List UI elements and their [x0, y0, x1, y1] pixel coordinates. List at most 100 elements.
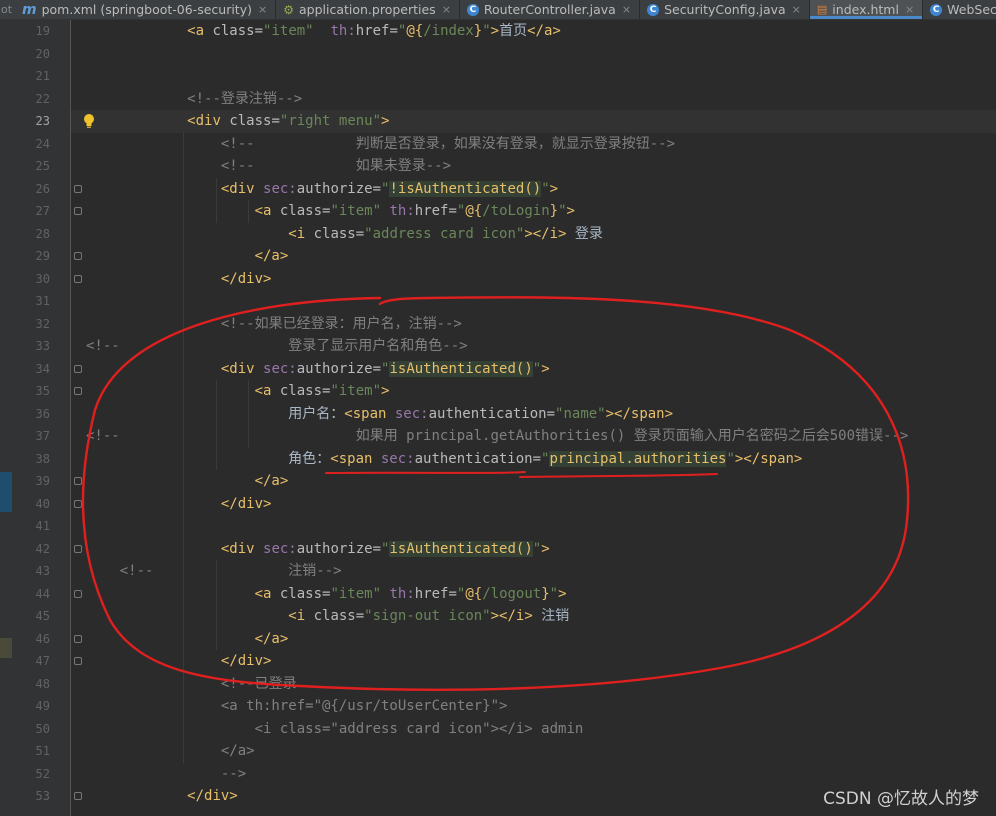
line-number[interactable]: 43: [12, 560, 50, 583]
line-number[interactable]: 35: [12, 380, 50, 403]
line-number[interactable]: 40: [12, 493, 50, 516]
code-line[interactable]: <!--已登录: [71, 673, 996, 696]
code-text: <div class="right menu">: [86, 110, 389, 133]
line-number[interactable]: 44: [12, 583, 50, 606]
line-number[interactable]: 25: [12, 155, 50, 178]
line-number[interactable]: 49: [12, 695, 50, 718]
token-tag: </div>: [220, 653, 272, 669]
code-line[interactable]: </div>: [71, 268, 996, 291]
code-line[interactable]: [71, 515, 996, 538]
code-line[interactable]: </a>: [71, 740, 996, 763]
code-line[interactable]: <!-- 如果用 principal.getAuthorities() 登录页面…: [71, 425, 996, 448]
line-number[interactable]: 36: [12, 403, 50, 426]
code-line[interactable]: <a class="item" th:href="@{/logout}">: [71, 583, 996, 606]
code-line[interactable]: <!-- 注销-->: [71, 560, 996, 583]
code-line[interactable]: <div class="right menu">: [71, 110, 996, 133]
close-icon[interactable]: ×: [792, 3, 801, 16]
line-number[interactable]: 30: [12, 268, 50, 291]
line-number[interactable]: 39: [12, 470, 50, 493]
line-number[interactable]: 38: [12, 448, 50, 471]
code-line[interactable]: <!-- 登录了显示用户名和角色-->: [71, 335, 996, 358]
close-icon[interactable]: ×: [622, 3, 631, 16]
code-line[interactable]: </a>: [71, 470, 996, 493]
code-line[interactable]: <i class="address card icon"></i> admin: [71, 718, 996, 741]
tab-websecurit[interactable]: C WebSecurit: [923, 0, 996, 19]
csdn-watermark: CSDN @忆故人的梦: [823, 789, 979, 809]
code-text: </a>: [86, 470, 289, 493]
line-number[interactable]: 24: [12, 133, 50, 156]
token-attr: authentication=: [428, 405, 556, 422]
line-number[interactable]: 37: [12, 425, 50, 448]
token-tag: >: [541, 540, 550, 557]
line-number[interactable]: 33: [12, 335, 50, 358]
token-tag: <span: [330, 450, 381, 467]
line-number[interactable]: 23: [12, 110, 50, 133]
tab-overflow-stub[interactable]: ot: [0, 0, 15, 19]
tab-application-properties[interactable]: ⚙ application.properties ×: [276, 0, 460, 19]
tab-securityconfig-java[interactable]: C SecurityConfig.java ×: [640, 0, 810, 19]
code-line[interactable]: </div>: [71, 650, 996, 673]
code-line[interactable]: <!-- 判断是否登录，如果没有登录，就显示登录按钮-->: [71, 133, 996, 156]
close-icon[interactable]: ×: [258, 3, 267, 16]
token-attr: class=: [313, 225, 365, 242]
code-line[interactable]: [71, 290, 996, 313]
code-line[interactable]: <a th:href="@{/usr/toUserCenter}">: [71, 695, 996, 718]
line-number-gutter[interactable]: 19 20 21 22 23 24 25 26 27 28 29 30 31 32 33 34 35 36 37 38…: [12, 20, 82, 816]
token-expr: }: [549, 203, 559, 219]
line-number[interactable]: 46: [12, 628, 50, 651]
line-number[interactable]: 42: [12, 538, 50, 561]
line-number[interactable]: 53: [12, 785, 50, 808]
code-line[interactable]: -->: [71, 763, 996, 786]
line-number[interactable]: 48: [12, 673, 50, 696]
code-text: </div>: [86, 268, 272, 291]
code-line[interactable]: <i class="address card icon"></i> 登录: [71, 223, 996, 246]
code-line[interactable]: <i class="sign-out icon"></i> 注销: [71, 605, 996, 628]
line-number[interactable]: 26: [12, 178, 50, 201]
line-number[interactable]: 50: [12, 718, 50, 741]
code-line[interactable]: <div sec:authorize="!isAuthenticated()">: [71, 178, 996, 201]
token-cmt: 如果用 principal.getAuthorities() 登录页面输入用户名…: [355, 428, 909, 444]
line-number[interactable]: 32: [12, 313, 50, 336]
lightbulb-icon[interactable]: [83, 113, 95, 129]
line-number[interactable]: 29: [12, 245, 50, 268]
code-line[interactable]: </div>: [71, 493, 996, 516]
code-editor[interactable]: <a class="item" th:href="@{/index}">首页</…: [71, 20, 996, 816]
tab-routercontroller-java[interactable]: C RouterController.java ×: [460, 0, 641, 19]
tab-pom-xml-springboot-06-security[interactable]: m pom.xml (springboot-06-security) ×: [15, 0, 277, 19]
line-number[interactable]: 19: [12, 20, 50, 43]
line-number[interactable]: 22: [12, 88, 50, 111]
line-number[interactable]: 41: [12, 515, 50, 538]
line-number[interactable]: 28: [12, 223, 50, 246]
line-number[interactable]: 52: [12, 763, 50, 786]
code-line[interactable]: 用户名：<span sec:authentication="name"></sp…: [71, 403, 996, 426]
line-number[interactable]: 20: [12, 43, 50, 66]
line-number[interactable]: 31: [12, 290, 50, 313]
line-number[interactable]: 45: [12, 605, 50, 628]
code-line[interactable]: <div sec:authorize="isAuthenticated()">: [71, 538, 996, 561]
line-number[interactable]: 51: [12, 740, 50, 763]
line-number[interactable]: 34: [12, 358, 50, 381]
code-line[interactable]: <a class="item">: [71, 380, 996, 403]
code-line[interactable]: <!-- 如果未登录-->: [71, 155, 996, 178]
code-line[interactable]: <a class="item" th:href="@{/toLogin}">: [71, 200, 996, 223]
token-tag: </div>: [220, 270, 272, 287]
code-line[interactable]: </a>: [71, 628, 996, 651]
code-text: <i class="address card icon"></i> admin: [86, 718, 584, 741]
code-line[interactable]: <div sec:authorize="isAuthenticated()">: [71, 358, 996, 381]
line-number[interactable]: 21: [12, 65, 50, 88]
code-text: -->: [86, 763, 246, 786]
tab-index-html[interactable]: ▤ index.html ×: [809, 0, 924, 19]
line-number[interactable]: 27: [12, 200, 50, 223]
close-icon[interactable]: ×: [442, 3, 451, 16]
token-tag: </a>: [254, 630, 289, 647]
code-line[interactable]: <a class="item" th:href="@{/index}">首页</…: [71, 20, 996, 43]
close-icon[interactable]: ×: [905, 3, 914, 16]
code-line[interactable]: <!--如果已经登录：用户名，注销-->: [71, 313, 996, 336]
code-line[interactable]: 角色：<span sec:authentication= "principal.a…: [71, 448, 996, 471]
code-line[interactable]: <!--登录注销-->: [71, 88, 996, 111]
code-text: </a>: [86, 245, 289, 268]
code-line[interactable]: [71, 65, 996, 88]
code-line[interactable]: </a>: [71, 245, 996, 268]
line-number[interactable]: 47: [12, 650, 50, 673]
code-line[interactable]: [71, 43, 996, 66]
